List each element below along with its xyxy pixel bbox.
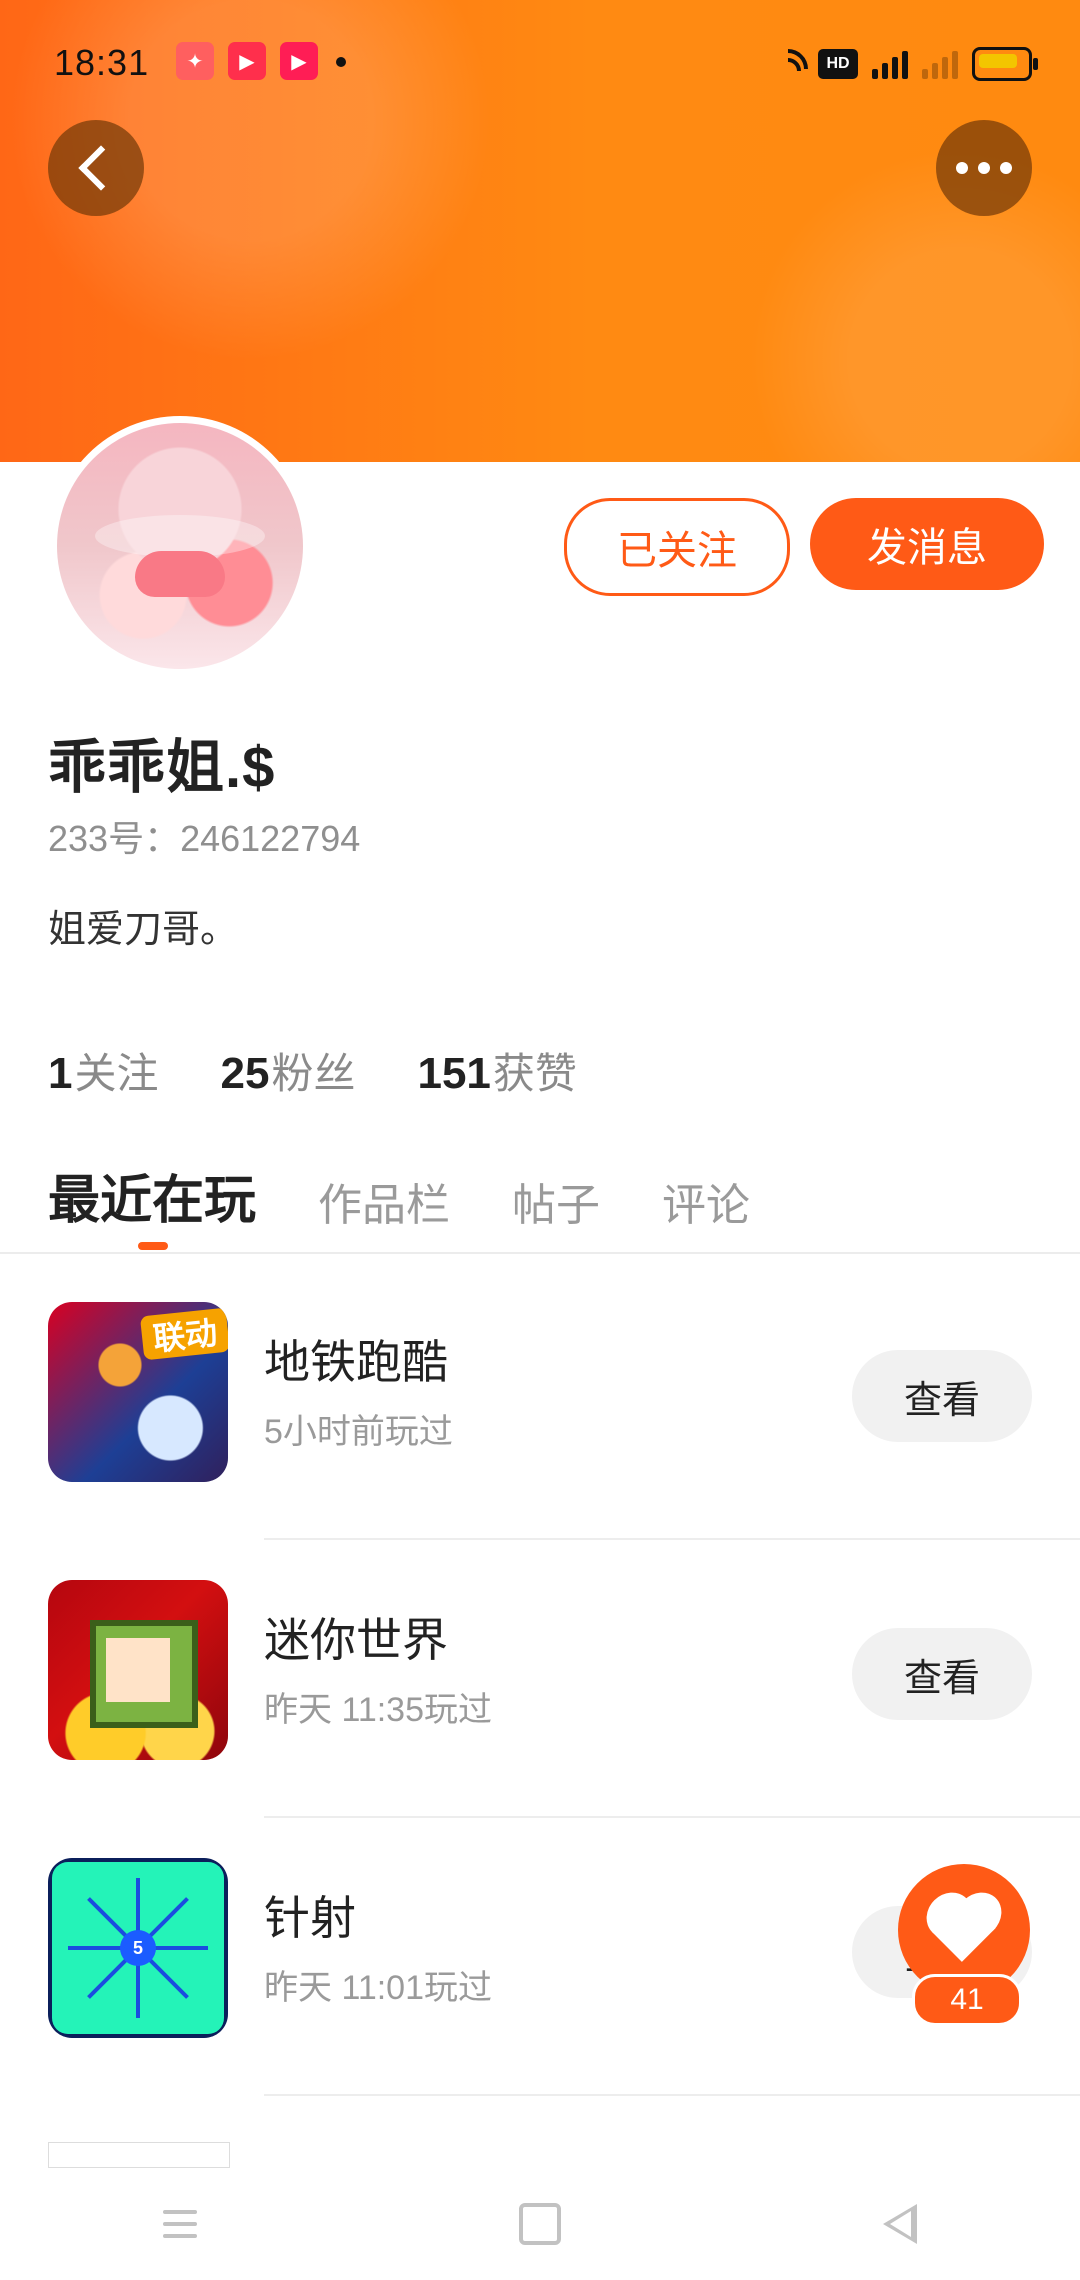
- partial-game-icon: [48, 2142, 230, 2168]
- mini-world-icon: [48, 1580, 228, 1760]
- tab-posts[interactable]: 帖子: [512, 1169, 600, 1233]
- game-list-item[interactable]: 联动 地铁跑酷 5小时前玩过 查看: [0, 1262, 1080, 1540]
- video-app-2-icon: ▶: [280, 42, 318, 80]
- battery-icon: [972, 47, 1038, 81]
- fans-stat[interactable]: 25粉丝: [221, 1040, 356, 1101]
- system-nav-bar: [0, 2168, 1080, 2280]
- following-stat[interactable]: 1关注: [48, 1040, 159, 1101]
- video-app-icon: ✦: [176, 42, 214, 80]
- wifi-icon: [764, 49, 804, 79]
- status-dot: [336, 57, 346, 67]
- game-meta: 昨天 11:35玩过: [264, 1691, 493, 1729]
- subway-surfers-icon: 联动: [48, 1302, 228, 1482]
- menu-icon[interactable]: [150, 2194, 210, 2254]
- heart-icon: [932, 1898, 996, 1962]
- profile-tabs: 最近在玩 作品栏 帖子 评论: [48, 1158, 750, 1233]
- game-meta: 昨天 11:01玩过: [264, 1969, 493, 2007]
- signal-weak-icon: [922, 49, 958, 79]
- tab-indicator: [138, 1242, 168, 1250]
- tab-comments[interactable]: 评论: [662, 1169, 750, 1233]
- avatar-image: [57, 423, 303, 669]
- signal-icon: [872, 49, 908, 79]
- tab-works[interactable]: 作品栏: [318, 1169, 450, 1233]
- likes-stat[interactable]: 151获赞: [417, 1040, 576, 1101]
- game-title: 针射: [264, 1892, 356, 1944]
- view-button[interactable]: 查看: [852, 1350, 1032, 1442]
- home-square-icon[interactable]: [510, 2194, 570, 2254]
- back-icon: [78, 145, 124, 191]
- tab-divider: [0, 1252, 1080, 1254]
- stats-row: 1关注 25粉丝 151获赞: [48, 1040, 577, 1101]
- followed-button[interactable]: 已关注: [564, 498, 790, 596]
- youtube-app-icon: ▶: [228, 42, 266, 80]
- collab-badge: 联动: [139, 1307, 228, 1361]
- game-list-item[interactable]: 迷你世界 昨天 11:35玩过 查看: [0, 1540, 1080, 1818]
- profile-name: 乖乖姐.$: [48, 735, 276, 800]
- hd-icon: HD: [818, 49, 858, 79]
- back-triangle-icon[interactable]: [870, 2194, 930, 2254]
- profile-screen: 18:31 ✦ ▶ ▶ HD 已关注 发消息 乖乖姐.$ 233号：246122…: [0, 0, 1080, 2280]
- status-time: 18:31: [54, 42, 150, 83]
- mini-world-face: [106, 1638, 170, 1702]
- view-button[interactable]: 查看: [852, 1628, 1032, 1720]
- more-icon: [956, 162, 1012, 174]
- status-bar: 18:31 ✦ ▶ ▶ HD: [0, 0, 1080, 132]
- tab-recently-played[interactable]: 最近在玩: [48, 1158, 256, 1233]
- more-button[interactable]: [936, 120, 1032, 216]
- message-button[interactable]: 发消息: [810, 498, 1044, 590]
- game-title: 迷你世界: [264, 1614, 448, 1666]
- profile-id: 233号：246122794: [48, 818, 361, 859]
- game-meta: 5小时前玩过: [264, 1413, 453, 1451]
- needle-hub: 5: [120, 1930, 156, 1966]
- profile-bio: 姐爱刀哥。: [48, 909, 239, 951]
- game-title: 地铁跑酷: [264, 1336, 448, 1388]
- like-count-badge: 41: [912, 1974, 1022, 2026]
- avatar[interactable]: [50, 416, 310, 676]
- status-indicators: HD: [764, 44, 1038, 84]
- needle-shot-icon: 5: [48, 1858, 228, 2038]
- back-button[interactable]: [48, 120, 144, 216]
